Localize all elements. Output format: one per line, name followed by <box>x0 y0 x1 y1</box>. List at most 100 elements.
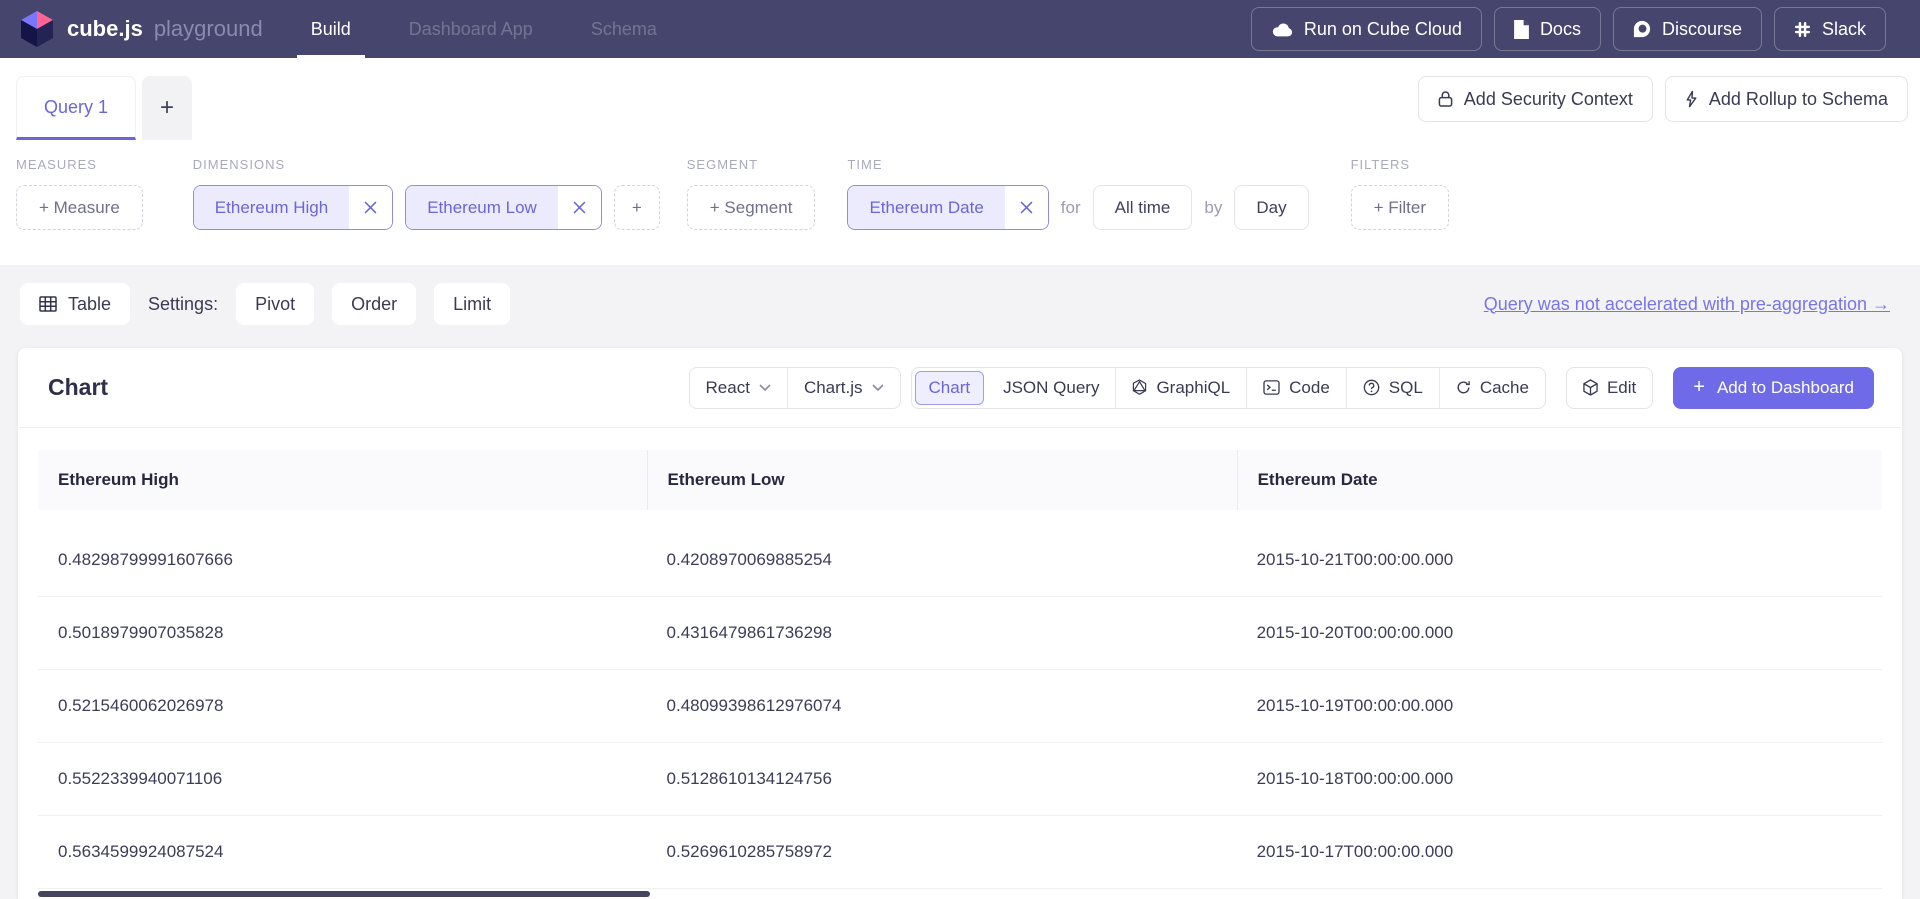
time-chip-ethereum-date[interactable]: Ethereum Date <box>847 185 1048 230</box>
query-tabs-row: Query 1 + Add Security Context Add Rollu… <box>0 58 1920 140</box>
cell-ethereum-low: 0.5128610134124756 <box>647 769 1237 789</box>
column-header-ethereum-high: Ethereum High <box>38 450 647 510</box>
add-segment-button[interactable]: + Segment <box>687 185 816 230</box>
brand[interactable]: cube.js playground <box>20 9 263 49</box>
for-label: for <box>1061 198 1081 218</box>
cell-ethereum-date: 2015-10-17T00:00:00.000 <box>1237 842 1882 862</box>
discourse-button[interactable]: Discourse <box>1613 7 1762 51</box>
segment-label: SEGMENT <box>687 157 816 172</box>
chart-card-header: Chart React Chart.js <box>18 348 1902 428</box>
add-query-tab[interactable]: + <box>142 76 192 140</box>
cell-ethereum-low: 0.4208970069885254 <box>647 550 1237 570</box>
cell-ethereum-low: 0.48099398612976074 <box>647 696 1237 716</box>
measures-label: MEASURES <box>16 157 143 172</box>
framework-select[interactable]: React <box>690 368 787 408</box>
refresh-icon <box>1456 380 1471 395</box>
cloud-icon <box>1271 22 1293 37</box>
chevron-down-icon <box>872 384 884 391</box>
add-dimension-button[interactable]: + <box>614 185 660 230</box>
graphql-icon <box>1132 379 1147 396</box>
add-to-dashboard-button[interactable]: + Add to Dashboard <box>1673 367 1874 409</box>
dimension-chip-ethereum-high[interactable]: Ethereum High <box>193 185 393 230</box>
tab-sql[interactable]: SQL <box>1346 368 1439 408</box>
add-rollup-to-schema-button[interactable]: Add Rollup to Schema <box>1665 76 1908 122</box>
measures-group: MEASURES + Measure <box>16 157 143 230</box>
tab-graphiql[interactable]: GraphiQL <box>1115 368 1246 408</box>
add-filter-button[interactable]: + Filter <box>1351 185 1449 230</box>
cubejs-logo-icon <box>20 9 54 49</box>
query-builder: MEASURES + Measure DIMENSIONS Ethereum H… <box>0 140 1920 265</box>
flash-icon <box>1685 90 1698 108</box>
run-on-cube-cloud-button[interactable]: Run on Cube Cloud <box>1251 7 1482 51</box>
nav-link-dashboard-app[interactable]: Dashboard App <box>409 0 533 58</box>
brand-name: cube.js <box>67 16 143 42</box>
nav-links: Build Dashboard App Schema <box>311 0 657 58</box>
nav-link-schema[interactable]: Schema <box>591 0 657 58</box>
chart-library-select[interactable]: Chart.js <box>787 368 900 408</box>
docs-button[interactable]: Docs <box>1494 7 1601 51</box>
document-icon <box>1514 20 1529 39</box>
chart-toolbar: React Chart.js Chart <box>689 367 1874 409</box>
view-tabs: Chart JSON Query GraphiQL <box>911 367 1546 409</box>
cell-ethereum-date: 2015-10-20T00:00:00.000 <box>1237 623 1882 643</box>
column-header-ethereum-date: Ethereum Date <box>1237 450 1882 510</box>
table-row: 0.5634599924087524 0.5269610285758972 20… <box>38 816 1882 889</box>
plus-icon: + <box>1693 376 1705 399</box>
terminal-icon <box>1263 380 1280 395</box>
order-button[interactable]: Order <box>332 283 416 325</box>
edit-button[interactable]: Edit <box>1566 367 1653 409</box>
cell-ethereum-date: 2015-10-18T00:00:00.000 <box>1237 769 1882 789</box>
slack-button[interactable]: Slack <box>1774 7 1886 51</box>
chevron-down-icon <box>759 384 771 391</box>
tab-json-query[interactable]: JSON Query <box>987 368 1115 408</box>
granularity-select[interactable]: Day <box>1234 185 1308 230</box>
cell-ethereum-date: 2015-10-19T00:00:00.000 <box>1237 696 1882 716</box>
table-view-button[interactable]: Table <box>20 283 130 325</box>
add-measure-button[interactable]: + Measure <box>16 185 143 230</box>
dimension-chip-ethereum-low[interactable]: Ethereum Low <box>405 185 602 230</box>
top-navbar: cube.js playground Build Dashboard App S… <box>0 0 1920 58</box>
nav-actions: Run on Cube Cloud Docs Discourse <box>1251 7 1886 51</box>
tab-code[interactable]: Code <box>1246 368 1346 408</box>
limit-button[interactable]: Limit <box>434 283 510 325</box>
by-label: by <box>1204 198 1222 218</box>
lock-icon <box>1438 90 1453 108</box>
cell-ethereum-high: 0.5018979907035828 <box>38 623 647 643</box>
cell-ethereum-low: 0.4316479861736298 <box>647 623 1237 643</box>
horizontal-scrollbar-thumb[interactable] <box>38 891 650 897</box>
remove-icon[interactable] <box>349 186 392 229</box>
slack-icon <box>1794 21 1811 38</box>
date-range-select[interactable]: All time <box>1093 185 1193 230</box>
pivot-button[interactable]: Pivot <box>236 283 314 325</box>
filters-group: FILTERS + Filter <box>1351 157 1449 230</box>
nav-link-build[interactable]: Build <box>311 0 351 58</box>
chart-card: Chart React Chart.js <box>18 348 1902 899</box>
time-group: TIME Ethereum Date for All time by Day <box>847 157 1308 230</box>
framework-selects: React Chart.js <box>689 367 901 409</box>
segment-group: SEGMENT + Segment <box>687 157 816 230</box>
settings-bar: Table Settings: Pivot Order Limit Query … <box>0 265 1920 325</box>
cell-ethereum-high: 0.5522339940071106 <box>38 769 647 789</box>
brand-suffix: playground <box>154 16 263 42</box>
question-circle-icon <box>1363 379 1380 396</box>
column-header-ethereum-low: Ethereum Low <box>647 450 1237 510</box>
query-tab-1[interactable]: Query 1 <box>16 76 136 140</box>
table-row: 0.5522339940071106 0.5128610134124756 20… <box>38 743 1882 816</box>
codesandbox-icon <box>1583 379 1598 396</box>
result-table: Ethereum High Ethereum Low Ethereum Date… <box>38 450 1882 889</box>
add-security-context-button[interactable]: Add Security Context <box>1418 76 1653 122</box>
dimensions-group: DIMENSIONS Ethereum High Ethereum Low + <box>193 157 660 230</box>
time-label: TIME <box>847 157 1308 172</box>
remove-icon[interactable] <box>558 186 601 229</box>
tab-cache[interactable]: Cache <box>1439 368 1545 408</box>
grid-icon <box>39 296 57 312</box>
table-row: 0.5215460062026978 0.48099398612976074 2… <box>38 670 1882 743</box>
cell-ethereum-date: 2015-10-21T00:00:00.000 <box>1237 550 1882 570</box>
pre-aggregation-link[interactable]: Query was not accelerated with pre-aggre… <box>1484 294 1890 315</box>
table-row: 0.5018979907035828 0.4316479861736298 20… <box>38 597 1882 670</box>
tab-chart[interactable]: Chart <box>915 371 985 405</box>
chart-title: Chart <box>48 374 108 401</box>
cell-ethereum-high: 0.5634599924087524 <box>38 842 647 862</box>
remove-icon[interactable] <box>1005 186 1048 229</box>
settings-label: Settings: <box>148 294 218 315</box>
